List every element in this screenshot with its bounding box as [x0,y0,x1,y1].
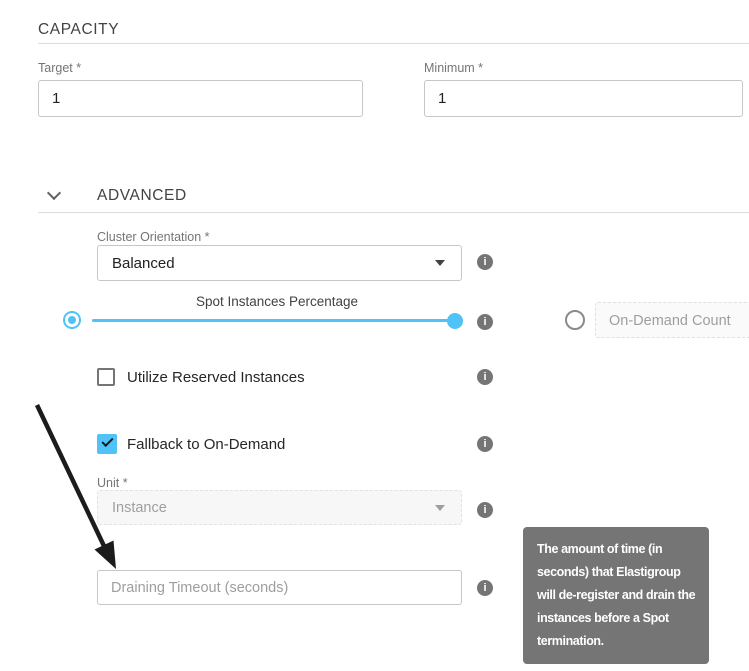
info-glyph: i [483,257,486,268]
tooltip-line: termination. [537,630,695,653]
dropdown-caret-icon [435,260,445,266]
capacity-divider [38,43,749,44]
tooltip-line: will de-register and drain the [537,584,695,607]
info-glyph: i [483,317,486,328]
capacity-settings-panel: CAPACITY Target * Minimum * ADVANCED Clu… [0,0,749,671]
unit-select: Instance [97,490,462,525]
draining-timeout-tooltip: The amount of time (in seconds) that Ela… [523,527,709,664]
cluster-orientation-value: Balanced [112,255,175,272]
spot-percentage-radio[interactable] [63,311,81,329]
utilize-reserved-info-icon[interactable]: i [477,369,493,385]
tooltip-line: The amount of time (in [537,538,695,561]
spot-percentage-label: Spot Instances Percentage [97,294,457,309]
cluster-orientation-info-icon[interactable]: i [477,254,493,270]
advanced-section-title: ADVANCED [97,187,187,205]
on-demand-count-input [595,302,749,338]
dropdown-caret-icon [435,505,445,511]
slider-thumb[interactable] [447,313,463,329]
unit-value: Instance [112,500,167,516]
fallback-info-icon[interactable]: i [477,436,493,452]
cluster-orientation-select[interactable]: Balanced [97,245,462,281]
chevron-down-icon[interactable] [47,186,61,200]
target-input[interactable] [38,80,363,117]
tooltip-line: instances before a Spot [537,607,695,630]
radio-dot [68,316,76,324]
unit-label: Unit * [97,476,128,490]
unit-info-icon[interactable]: i [477,502,493,518]
spot-percentage-info-icon[interactable]: i [477,314,493,330]
minimum-label: Minimum * [424,61,483,75]
utilize-reserved-checkbox[interactable] [97,368,115,386]
fallback-checkbox[interactable] [97,434,117,454]
info-glyph: i [483,583,486,594]
spot-percentage-slider[interactable] [92,319,461,322]
capacity-section-title: CAPACITY [38,21,119,39]
target-label: Target * [38,61,81,75]
minimum-input[interactable] [424,80,743,117]
fallback-label[interactable]: Fallback to On-Demand [127,436,285,453]
checkmark-icon [101,435,113,447]
info-glyph: i [483,439,486,450]
tooltip-line: seconds) that Elastigroup [537,561,695,584]
info-glyph: i [483,505,486,516]
draining-timeout-info-icon[interactable]: i [477,580,493,596]
advanced-divider [38,212,749,213]
info-glyph: i [483,372,486,383]
utilize-reserved-label[interactable]: Utilize Reserved Instances [127,369,305,386]
cluster-orientation-label: Cluster Orientation * [97,230,210,244]
on-demand-count-radio[interactable] [565,310,585,330]
draining-timeout-input[interactable] [97,570,462,605]
